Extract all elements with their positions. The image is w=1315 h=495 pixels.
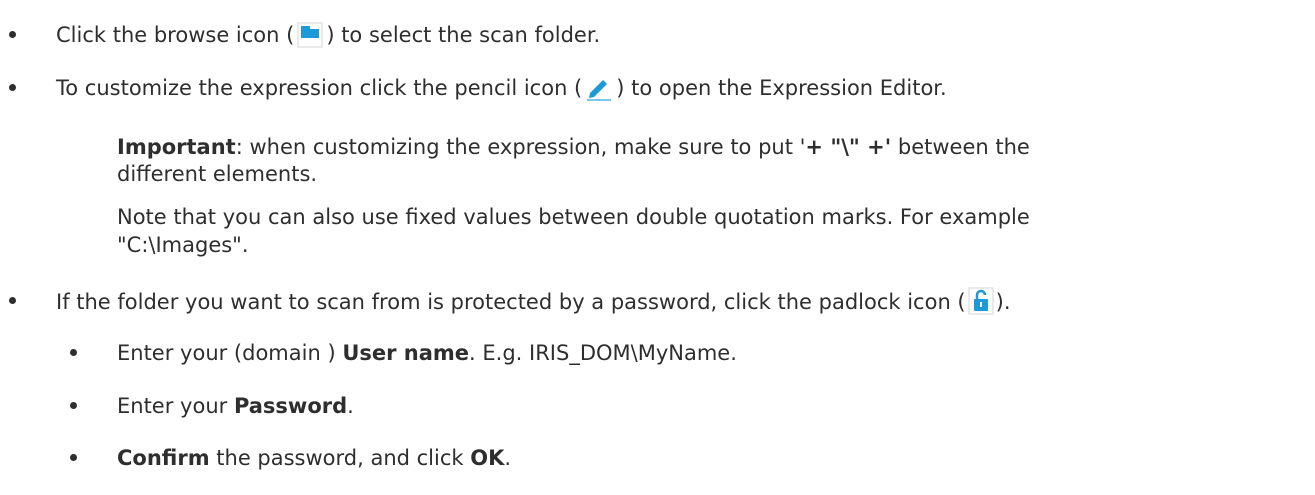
separator-code: + "\" +' xyxy=(805,135,892,159)
important-text: : when customizing the expression, make … xyxy=(235,135,806,159)
pencil-text-after: ) to open the Expression Editor. xyxy=(616,76,947,100)
bullet-dot xyxy=(9,84,16,91)
padlock-icon xyxy=(968,287,994,322)
important-note-continued: different elements. xyxy=(117,162,318,186)
confirm-label: Confirm xyxy=(117,446,210,470)
fixed-values-note: Note that you can also use fixed values … xyxy=(117,205,1030,229)
padlock-instruction: If the folder you want to scan from is p… xyxy=(56,287,1011,322)
sub-bullet-dot xyxy=(70,349,77,356)
confirm-text: the password, and click xyxy=(209,446,471,470)
browse-instruction: Click the browse icon ( ) to select the s… xyxy=(56,21,600,55)
sub-bullet-dot xyxy=(70,454,77,461)
password-text-before: Enter your xyxy=(117,394,234,418)
user-name-step: Enter your (domain ) User name. E.g. IRI… xyxy=(117,339,737,367)
padlock-text-after: ). xyxy=(995,290,1011,314)
confirm-text-after: . xyxy=(504,446,512,470)
padlock-text-before: If the folder you want to scan from is p… xyxy=(56,290,966,314)
bullet-dot xyxy=(9,297,16,304)
pencil-icon xyxy=(584,75,614,108)
browse-text-after: ) to select the scan folder. xyxy=(326,23,601,47)
pencil-text-before: To customize the expression click the pe… xyxy=(56,76,583,100)
sub-bullet-dot xyxy=(70,402,77,409)
ok-label: OK xyxy=(470,446,505,470)
user-text-before: Enter your (domain ) xyxy=(117,341,343,365)
folder-icon xyxy=(296,22,324,55)
confirm-step: Confirm the password, and click OK. xyxy=(117,444,511,472)
pencil-instruction: To customize the expression click the pe… xyxy=(56,74,947,108)
user-text-after: . E.g. IRIS_DOM\MyName. xyxy=(469,341,737,365)
fixed-values-example: "C:\Images". xyxy=(117,233,249,257)
user-name-label: User name xyxy=(342,341,470,365)
important-note: Important: when customizing the expressi… xyxy=(117,133,1030,161)
browse-text-before: Click the browse icon ( xyxy=(56,23,295,47)
important-text-end: between the xyxy=(891,135,1030,159)
password-label: Password xyxy=(233,394,348,418)
important-label: Important xyxy=(117,135,236,159)
bullet-dot xyxy=(9,31,16,38)
password-step: Enter your Password. xyxy=(117,392,354,420)
password-text-after: . xyxy=(347,394,354,418)
